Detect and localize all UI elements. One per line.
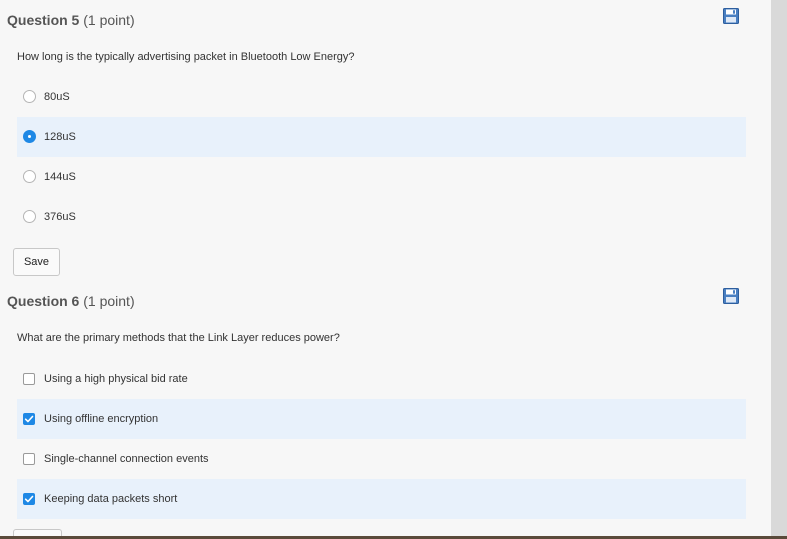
question-prompt: What are the primary methods that the Li… (17, 332, 340, 344)
radio-button[interactable] (23, 210, 36, 223)
radio-button[interactable] (23, 90, 36, 103)
answer-option-offline-encryption[interactable]: Using offline encryption (17, 399, 746, 439)
question-number: Question 6 (7, 293, 80, 309)
quiz-page: Question 5 (1 point) How long is the typ… (0, 0, 771, 536)
answer-option-short-packets[interactable]: Keeping data packets short (17, 479, 746, 519)
checkmark-icon (24, 495, 34, 503)
answer-option-128us[interactable]: 128uS (17, 117, 746, 157)
option-label: Single-channel connection events (44, 453, 209, 465)
question-points: (1 point) (83, 293, 135, 309)
question-prompt: How long is the typically advertising pa… (17, 51, 355, 63)
checkbox-checked[interactable] (23, 493, 35, 505)
question-5-header: Question 5 (1 point) (7, 12, 135, 28)
option-label: Using offline encryption (44, 413, 159, 425)
checkbox[interactable] (23, 453, 35, 465)
answer-option-144us[interactable]: 144uS (17, 157, 746, 197)
answer-option-80us[interactable]: 80uS (17, 77, 746, 117)
option-label: Keeping data packets short (44, 493, 178, 505)
answer-option-376us[interactable]: 376uS (17, 197, 746, 237)
floppy-disk-icon[interactable] (723, 288, 739, 304)
answer-option-single-channel[interactable]: Single-channel connection events (17, 439, 746, 479)
save-button[interactable]: Save (13, 248, 60, 276)
option-label: 144uS (44, 171, 76, 183)
radio-button[interactable] (23, 170, 36, 183)
save-button-partial[interactable] (13, 529, 62, 536)
radio-button-selected[interactable] (23, 130, 36, 143)
option-label: 80uS (44, 91, 70, 103)
question-number: Question 5 (7, 12, 80, 28)
question-6-header: Question 6 (1 point) (7, 293, 135, 309)
scrollbar-track[interactable] (771, 0, 787, 539)
option-label: 376uS (44, 211, 76, 223)
option-label: 128uS (44, 131, 76, 143)
answer-option-high-bit-rate[interactable]: Using a high physical bid rate (17, 359, 746, 399)
checkbox-checked[interactable] (23, 413, 35, 425)
checkbox[interactable] (23, 373, 35, 385)
checkmark-icon (24, 415, 34, 423)
floppy-disk-icon[interactable] (723, 8, 739, 24)
question-points: (1 point) (83, 12, 135, 28)
option-label: Using a high physical bid rate (44, 373, 188, 385)
